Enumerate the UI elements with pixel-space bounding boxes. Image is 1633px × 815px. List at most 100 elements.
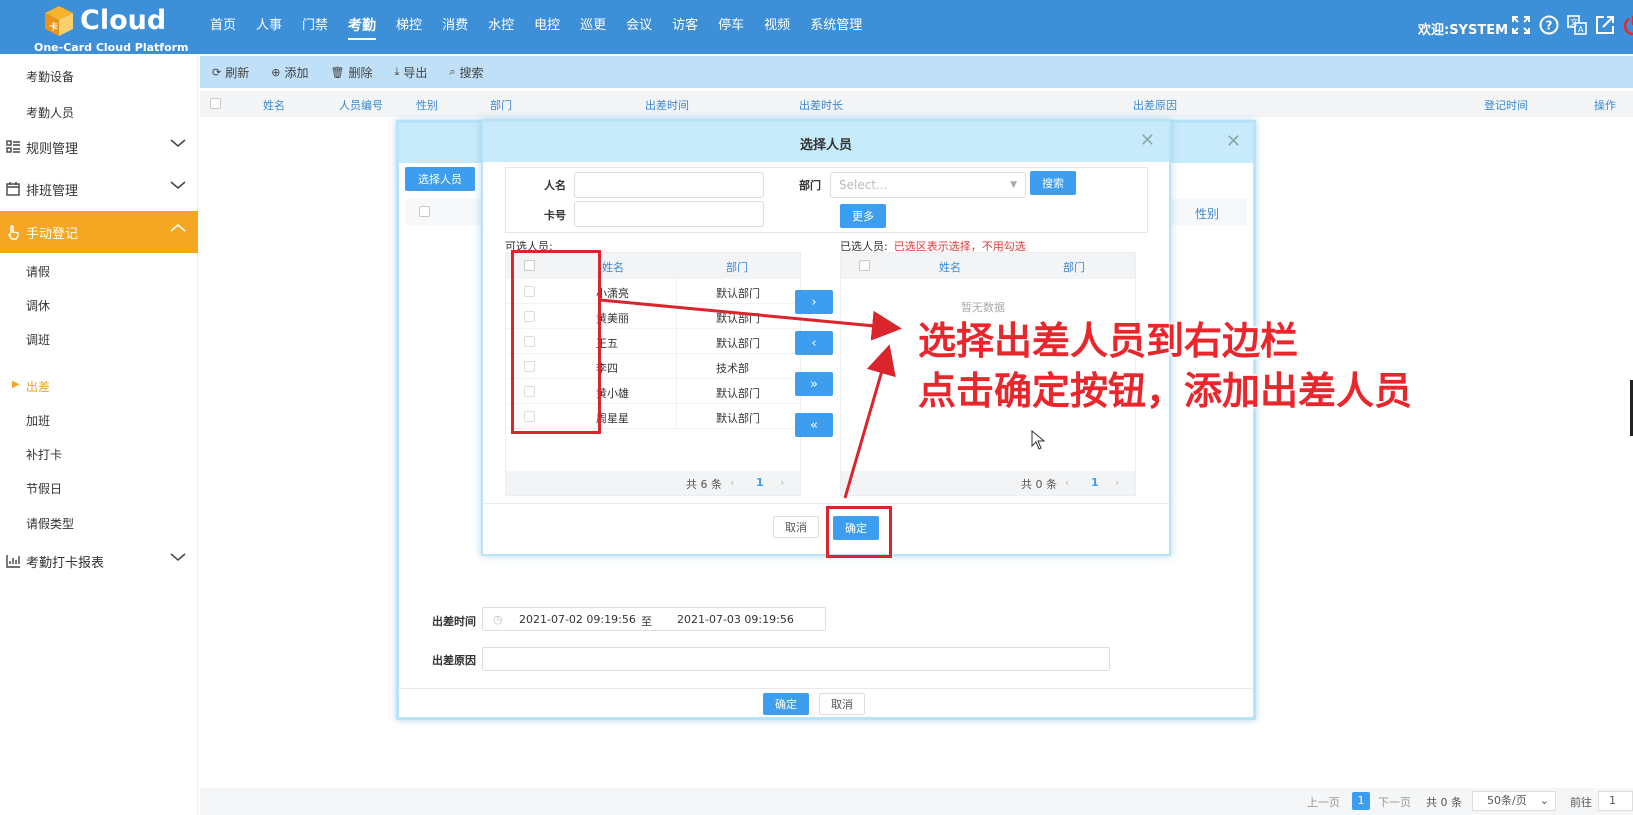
top-header: 卡 Cloud One-Card Cloud Platform 首页 人事 门禁… [0,0,1633,54]
sidebar-item-leave[interactable]: 请假 [26,263,50,280]
svg-text:?: ? [1546,19,1553,33]
column-name: 姓名 [939,261,961,274]
column-dept: 部门 [1063,261,1085,274]
nav-attendance[interactable]: 考勤 [338,0,386,54]
nav-video[interactable]: 视频 [754,0,800,54]
name-input[interactable] [574,172,764,198]
available-page[interactable]: 1 [756,476,764,489]
sidebar-group-report[interactable]: 考勤打卡报表 [0,540,198,582]
goto-input[interactable]: 1 [1598,791,1633,811]
select-all-checkbox[interactable] [210,98,221,109]
outer-confirm-button[interactable]: 确定 [763,693,809,715]
language-icon[interactable]: 文A [1566,14,1588,36]
add-circle-icon: ⊕ [271,65,281,79]
selected-select-all-checkbox[interactable] [859,260,870,271]
external-link-icon[interactable] [1594,14,1616,36]
sidebar-group-rules[interactable]: 规则管理 [0,126,198,168]
move-left-button[interactable]: ‹ [795,331,833,355]
selected-pager: 共 0 条 ‹ 1 › [841,471,1135,495]
column-actions: 操作 [1594,99,1616,112]
more-button[interactable]: 更多 [840,204,886,228]
select-personnel-button[interactable]: 选择人员 [405,167,475,191]
goto-label: 前往 [1570,796,1592,809]
power-icon[interactable] [1622,14,1633,36]
nav-hr[interactable]: 人事 [246,0,292,54]
cube-logo-icon: 卡 [45,6,73,36]
prev-icon[interactable]: ‹ [1065,476,1069,489]
sidebar-group-schedule[interactable]: 排班管理 [0,168,198,210]
sidebar-item-personnel[interactable]: 考勤人员 [26,104,74,121]
welcome-text: 欢迎:SYSTEM [1418,23,1509,38]
sidebar-group-manual[interactable]: 手动登记 [0,211,198,253]
sidebar-item-device[interactable]: 考勤设备 [26,68,74,85]
nav-home[interactable]: 首页 [200,0,246,54]
sidebar-item-leave-type[interactable]: 请假类型 [26,515,74,532]
add-button[interactable]: ⊕ 添加 [271,64,308,81]
move-right-button[interactable]: › [795,290,833,314]
current-page[interactable]: 1 [1352,792,1370,810]
trip-reason-label: 出差原因 [432,654,476,667]
nav-water[interactable]: 水控 [478,0,524,54]
column-trip-reason: 出差原因 [1133,99,1177,112]
fullscreen-icon[interactable] [1510,14,1532,36]
selected-page[interactable]: 1 [1091,476,1099,489]
next-icon[interactable]: › [1115,476,1119,489]
outer-cancel-button[interactable]: 取消 [819,693,865,715]
end-time[interactable]: 2021-07-03 09:19:56 [677,613,794,626]
column-name: 姓名 [263,99,285,112]
next-page-button[interactable]: 下一页 [1378,794,1411,810]
dept-select[interactable]: Select... ▼ [830,172,1026,198]
column-dept: 部门 [726,261,748,274]
trash-icon: 🗑 [330,65,345,79]
inner-cancel-button[interactable]: 取消 [773,516,819,538]
close-icon[interactable]: ✕ [1140,130,1155,151]
sidebar-item-holiday[interactable]: 节假日 [26,480,62,497]
nav-system[interactable]: 系统管理 [800,0,872,54]
trip-time-range[interactable]: ◷ 2021-07-02 09:19:56 至 2021-07-03 09:19… [482,607,826,631]
close-icon[interactable]: ✕ [1226,131,1241,152]
column-register-time: 登记时间 [1484,99,1528,112]
move-all-left-button[interactable]: « [795,413,833,437]
nav-parking[interactable]: 停车 [708,0,754,54]
sidebar-item-overtime[interactable]: 加班 [26,412,50,429]
toolbar: ⟳ 刷新 ⊕ 添加 🗑 删除 ⤓ 导出 ⌕ 搜索 [200,56,1633,88]
sidebar-item-business-trip[interactable]: 出差 [26,378,50,395]
export-button[interactable]: ⤓ 导出 [394,64,427,81]
nav-elevator[interactable]: 梯控 [386,0,432,54]
mouse-cursor-icon [1031,430,1045,450]
prev-page-button[interactable]: 上一页 [1307,794,1340,810]
trip-reason-input[interactable] [482,647,1110,671]
move-all-right-button[interactable]: » [795,372,833,396]
card-label: 卡号 [544,209,566,222]
start-time[interactable]: 2021-07-02 09:19:56 [519,613,636,626]
nav-patrol[interactable]: 巡更 [570,0,616,54]
prev-icon[interactable]: ‹ [730,476,734,489]
annotation-line-1: 选择出差人员到右边栏 [918,319,1299,363]
nav-power[interactable]: 电控 [524,0,570,54]
sidebar-item-punch-supplement[interactable]: 补打卡 [26,446,62,463]
filter-panel: 人名 卡号 部门 Select... ▼ 搜索 更多 [505,167,1148,233]
refresh-button[interactable]: ⟳ 刷新 [212,64,249,81]
card-input[interactable] [574,201,764,227]
nav-meeting[interactable]: 会议 [616,0,662,54]
nav-access[interactable]: 门禁 [292,0,338,54]
filter-search-button[interactable]: 搜索 [1030,171,1076,195]
nav-visitor[interactable]: 访客 [662,0,708,54]
main-table-header: 姓名 人员编号 性别 部门 出差时间 出差时长 出差原因 登记时间 操作 [200,91,1633,117]
inner-dialog-header: 选择人员 ✕ [483,122,1169,162]
next-icon[interactable]: › [780,476,784,489]
page-size-select[interactable]: 50条/页 ⌄ [1472,791,1556,811]
confirm-highlight-box [826,506,892,558]
search-button[interactable]: ⌕ 搜索 [449,64,483,81]
main-nav: 首页 人事 门禁 考勤 梯控 消费 水控 电控 巡更 会议 访客 停车 视频 系… [200,0,872,54]
column-id: 人员编号 [339,99,383,112]
sidebar-item-compensate[interactable]: 调休 [26,297,50,314]
sidebar-item-shift-swap[interactable]: 调班 [26,331,50,348]
divider [399,688,1253,689]
list-icon [6,139,22,155]
chevron-up-icon [170,224,186,232]
nav-consume[interactable]: 消费 [432,0,478,54]
delete-button[interactable]: 🗑 删除 [330,64,372,81]
outer-select-all-checkbox[interactable] [419,206,430,217]
help-icon[interactable]: ? [1538,14,1560,36]
